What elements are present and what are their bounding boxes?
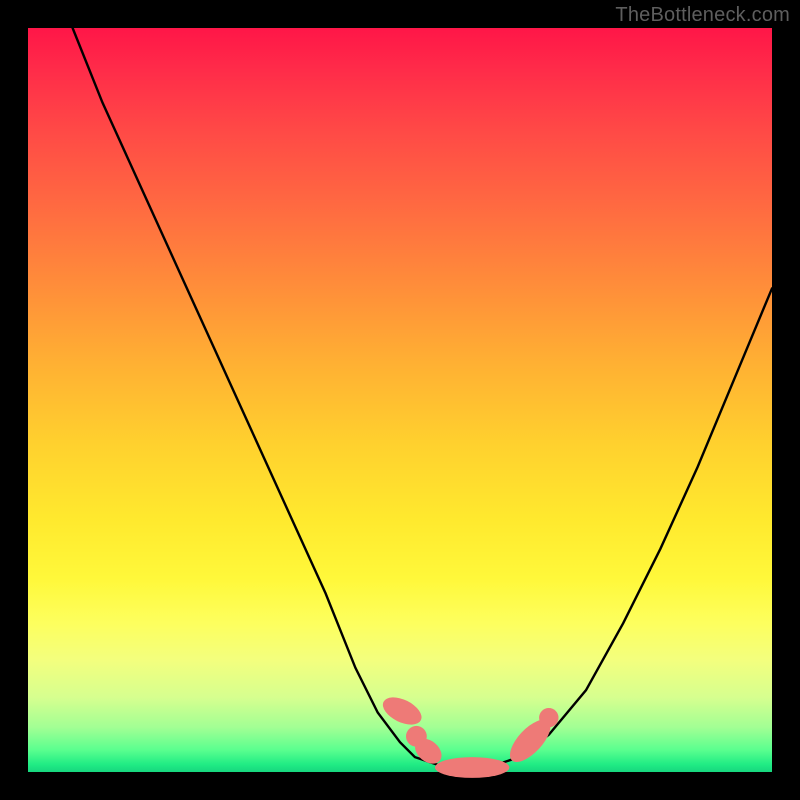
marker-bottom <box>435 757 509 778</box>
watermark-text: TheBottleneck.com <box>615 4 790 27</box>
marker-group <box>379 692 559 778</box>
chart-frame: TheBottleneck.com <box>0 0 800 800</box>
plot-area <box>28 28 772 772</box>
marker-right-2 <box>539 708 558 727</box>
curve-layer <box>28 28 772 772</box>
bottleneck-curve <box>73 28 772 772</box>
bottleneck-curve-path <box>73 28 772 772</box>
